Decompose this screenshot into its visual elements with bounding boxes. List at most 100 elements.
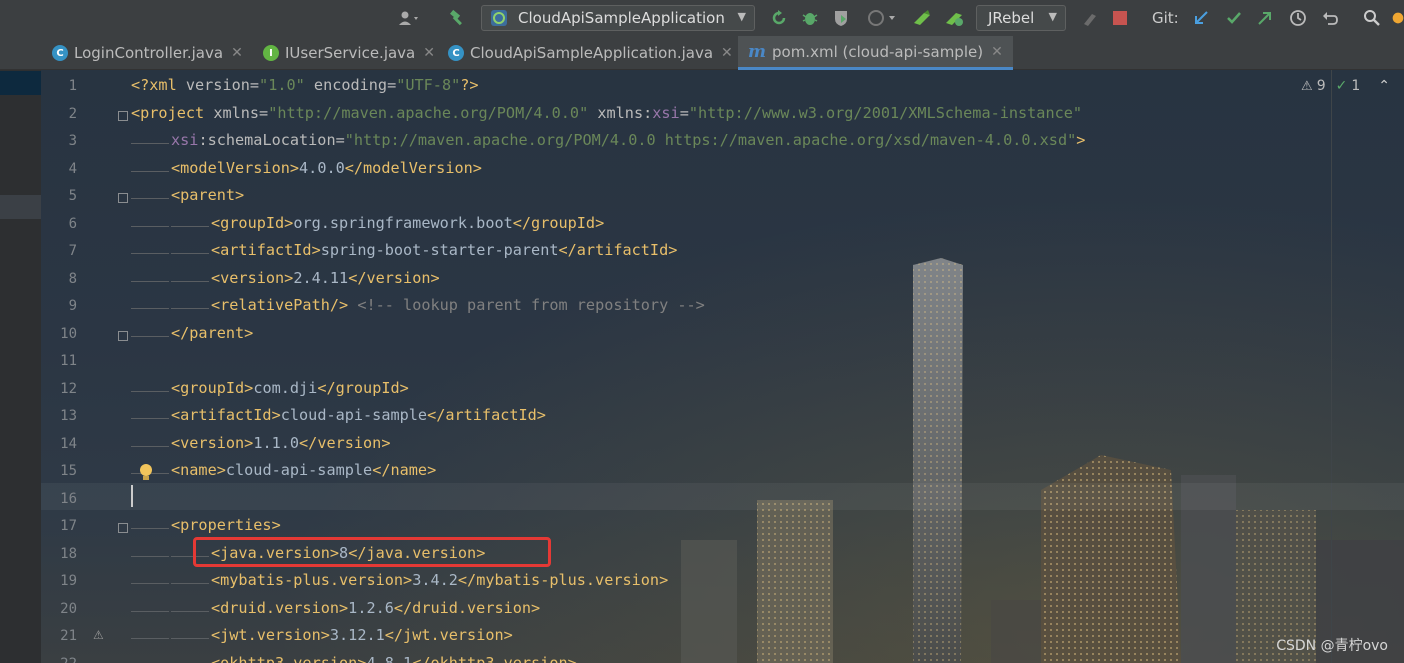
tab-iuser-service[interactable]: I IUserService.java ✕ xyxy=(263,36,435,70)
profiler-icon[interactable] xyxy=(862,6,902,30)
code-line[interactable]: <project xmlns="http://maven.apache.org/… xyxy=(131,104,1082,122)
tab-label: IUserService.java xyxy=(285,44,416,62)
git-update-icon[interactable] xyxy=(1189,6,1213,30)
code-line[interactable]: <modelVersion>4.0.0</modelVersion> xyxy=(171,159,482,177)
jrebel-run-icon[interactable] xyxy=(910,6,934,30)
build-disabled-icon[interactable] xyxy=(1078,6,1102,30)
java-version-highlight-box xyxy=(193,537,551,567)
code-line[interactable]: <mybatis-plus.version>3.4.2</mybatis-plu… xyxy=(211,571,668,589)
line-number: 22 xyxy=(41,656,77,663)
text-caret xyxy=(131,485,133,507)
indent-guide xyxy=(171,610,209,612)
project-sidebar[interactable] xyxy=(0,70,42,663)
sidebar-hover-row[interactable] xyxy=(0,195,41,219)
indent-guide xyxy=(131,253,169,254)
editor-tab-bar: C LoginController.java ✕ I IUserService.… xyxy=(0,36,1404,70)
fold-marker-icon[interactable] xyxy=(118,330,128,341)
main-toolbar: CloudApiSampleApplication ▼ JRebel ▼ Git… xyxy=(0,0,1404,36)
code-line[interactable]: <jwt.version>3.12.1</jwt.version> xyxy=(211,626,513,644)
indent-guide xyxy=(131,610,169,612)
indent-guide xyxy=(171,253,209,254)
line-number: 21 xyxy=(60,628,77,644)
code-line[interactable]: xsi:schemaLocation="http://maven.apache.… xyxy=(171,131,1085,149)
current-line-highlight xyxy=(41,483,1404,510)
indent-guide xyxy=(131,170,169,172)
code-line[interactable]: <groupId>com.dji</groupId> xyxy=(171,379,409,397)
line-number: 12 xyxy=(60,380,77,397)
close-icon[interactable]: ✕ xyxy=(991,44,1003,60)
code-line[interactable]: <version>1.1.0</version> xyxy=(171,434,390,452)
code-line[interactable]: <name>cloud-api-sample</name> xyxy=(171,461,436,479)
code-line[interactable]: <artifactId>cloud-api-sample</artifactId… xyxy=(171,406,546,424)
code-line[interactable]: <parent> xyxy=(171,186,244,204)
tab-pom-xml[interactable]: m pom.xml (cloud-api-sample) ✕ xyxy=(738,36,1013,70)
jrebel-debug-icon[interactable] xyxy=(942,6,966,30)
stop-icon[interactable] xyxy=(1108,6,1132,30)
history-icon[interactable] xyxy=(1286,6,1310,30)
inspection-widget[interactable]: ⚠ 9 ✓ 1 ⌃ xyxy=(1301,78,1390,94)
indent-guide xyxy=(131,445,169,447)
line-number: 7 xyxy=(68,243,77,259)
code-line[interactable]: <?xml version="1.0" encoding="UTF-8"?> xyxy=(131,76,479,94)
line-number: 15 xyxy=(60,463,77,479)
user-icon[interactable] xyxy=(393,6,425,30)
warning-gutter-icon[interactable]: ⚠ xyxy=(93,628,104,642)
close-icon[interactable]: ✕ xyxy=(231,45,243,61)
fold-marker-icon[interactable] xyxy=(118,110,128,121)
code-line[interactable]: <version>2.4.11</version> xyxy=(211,269,440,287)
line-number: 19 xyxy=(60,573,77,589)
code-line[interactable]: <groupId>org.springframework.boot</group… xyxy=(211,214,604,232)
debug-icon[interactable] xyxy=(798,6,822,30)
tab-login-controller[interactable]: C LoginController.java ✕ xyxy=(52,36,243,70)
jrebel-select[interactable]: JRebel ▼ xyxy=(976,5,1066,31)
line-number: 3 xyxy=(68,133,77,149)
close-icon[interactable]: ✕ xyxy=(721,45,733,61)
chevron-down-icon: ▼ xyxy=(737,10,746,23)
class-icon: C xyxy=(52,45,68,61)
indent-guide xyxy=(131,583,169,584)
code-line[interactable]: </parent> xyxy=(171,324,253,342)
warning-icon: ⚠ xyxy=(1301,78,1313,94)
code-line[interactable]: <druid.version>1.2.6</druid.version> xyxy=(211,599,540,617)
updates-icon[interactable] xyxy=(1392,6,1404,30)
line-number: 14 xyxy=(60,435,77,452)
code-line[interactable]: <artifactId>spring-boot-starter-parent</… xyxy=(211,241,677,259)
line-number: 1 xyxy=(68,78,77,94)
rollback-icon[interactable] xyxy=(1318,6,1342,30)
line-number: 17 xyxy=(60,518,77,534)
git-label: Git: xyxy=(1152,9,1179,27)
search-icon[interactable] xyxy=(1360,6,1384,30)
fold-marker-icon[interactable] xyxy=(118,193,128,203)
code-line[interactable]: <relativePath/> <!-- lookup parent from … xyxy=(211,296,705,314)
rerun-icon[interactable] xyxy=(767,6,791,30)
indent-guide xyxy=(131,280,169,282)
spring-boot-icon xyxy=(490,9,508,31)
git-commit-icon[interactable] xyxy=(1222,6,1246,30)
fold-marker-icon[interactable] xyxy=(118,523,128,533)
chevron-down-icon: ▼ xyxy=(1048,10,1057,23)
indent-guide xyxy=(131,335,169,337)
build-hammer-icon[interactable] xyxy=(445,6,469,30)
line-number: 6 xyxy=(68,215,77,232)
line-number: 20 xyxy=(60,600,77,617)
tab-label: CloudApiSampleApplication.java xyxy=(470,44,714,62)
code-line[interactable]: <properties> xyxy=(171,516,281,534)
coverage-icon[interactable] xyxy=(829,6,853,30)
interface-icon: I xyxy=(263,45,279,61)
intention-bulb-icon[interactable] xyxy=(139,463,153,487)
line-number: 10 xyxy=(60,325,77,342)
jrebel-label: JRebel xyxy=(988,9,1035,27)
indent-guide xyxy=(131,638,169,639)
code-line[interactable]: <okhttp3.version>4.8.1</okhttp3.version> xyxy=(211,654,577,663)
run-configuration-select[interactable]: CloudApiSampleApplication ▼ xyxy=(481,5,755,31)
close-icon[interactable]: ✕ xyxy=(423,45,435,61)
git-push-icon[interactable] xyxy=(1253,6,1277,30)
indent-guide xyxy=(131,143,169,144)
indent-guide xyxy=(171,280,209,282)
indent-guide xyxy=(131,198,169,199)
tab-cloud-api-sample-application[interactable]: C CloudApiSampleApplication.java ✕ xyxy=(448,36,733,70)
code-editor[interactable]: ⚠ 9 ✓ 1 ⌃ 1 2 3 4 5 6 7 8 9 10 11 12 13 14 15 16 17 18 19 2… xyxy=(41,70,1404,663)
tab-label: pom.xml (cloud-api-sample) xyxy=(772,42,984,61)
sidebar-selected-row[interactable] xyxy=(0,71,41,95)
chevron-up-icon: ⌃ xyxy=(1378,78,1390,94)
